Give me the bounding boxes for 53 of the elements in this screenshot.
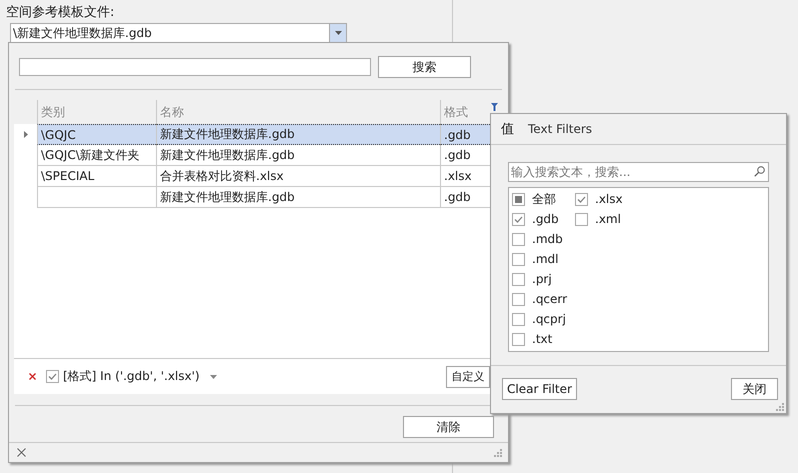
clear-button[interactable]: 清除 [403, 416, 494, 438]
checkbox[interactable] [512, 212, 525, 226]
value-label[interactable]: 全部 [532, 190, 556, 208]
checkbox[interactable] [512, 332, 525, 346]
checkbox[interactable] [512, 312, 525, 326]
checkbox[interactable] [575, 192, 588, 206]
clear-filter-button[interactable]: Clear Filter [502, 378, 577, 400]
filter-icon [491, 103, 498, 111]
search-button[interactable]: 搜索 [378, 56, 471, 78]
value-label[interactable]: .xml [595, 212, 621, 226]
checkbox[interactable] [46, 370, 59, 383]
value-label[interactable]: .txt [532, 332, 552, 346]
close-button[interactable]: 关闭 [731, 378, 778, 400]
value-label[interactable]: .mdb [532, 232, 563, 246]
check-icon [48, 373, 57, 380]
checkbox[interactable] [512, 252, 525, 266]
checkbox[interactable] [575, 212, 588, 226]
table-cell: \GQJC\新建文件夹 [37, 145, 156, 166]
search-field[interactable] [19, 58, 371, 76]
search-icon [754, 166, 765, 177]
table-cell: 新建文件地理数据库.gdb [156, 124, 440, 145]
value-label[interactable]: .mdl [532, 252, 558, 266]
resize-grip-icon [776, 403, 784, 411]
checkbox[interactable] [512, 192, 525, 206]
check-icon [577, 196, 586, 202]
caret-icon [210, 374, 217, 378]
resize-grip-icon [494, 448, 502, 456]
checkbox[interactable] [512, 272, 525, 286]
caret-icon [334, 31, 342, 35]
table-cell: \SPECIAL [37, 166, 156, 187]
tab[interactable]: Text Filters [528, 122, 592, 136]
table-cell: 新建文件地理数据库.gdb [156, 145, 440, 166]
value-label[interactable]: .qcprj [532, 312, 566, 326]
close-icon [29, 373, 36, 380]
table-cell: 合并表格对比资料.xlsx [156, 166, 440, 187]
combo-box[interactable]: \新建文件地理数据库.gdb [10, 23, 347, 43]
indeterminate-mark [515, 196, 522, 202]
value-label[interactable]: .qcerr [532, 292, 568, 306]
row-indicator-icon [24, 131, 28, 138]
table-cell: 新建文件地理数据库.gdb [156, 187, 440, 208]
field-label: 空间参考模板文件: [6, 4, 114, 21]
search-field[interactable]: 输入搜索文本，搜索... [508, 162, 769, 182]
table-cell: \GQJC [37, 124, 156, 145]
check-icon [514, 216, 523, 222]
close-icon [17, 448, 26, 457]
tab[interactable]: 值 [501, 120, 514, 138]
checkbox[interactable] [512, 232, 525, 246]
value-label[interactable]: .prj [532, 272, 552, 286]
filter-expression[interactable]: [格式] In ('.gdb', '.xlsx') [63, 368, 200, 385]
value-label[interactable]: .xlsx [595, 192, 623, 206]
customize-button[interactable]: 自定义 [446, 366, 490, 388]
value-label[interactable]: .gdb [532, 212, 559, 226]
checkbox[interactable] [512, 292, 525, 306]
